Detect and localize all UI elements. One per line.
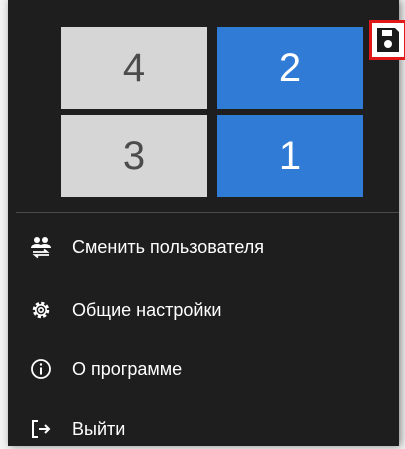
menu-item-exit[interactable]: Выйти [16,409,405,449]
layout-grid: 4 2 3 1 [61,27,363,197]
menu-item-label: Выйти [72,418,126,439]
menu-item-label: Сменить пользователя [72,236,264,257]
menu-divider [16,212,399,213]
gear-icon [26,298,56,322]
menu-item-label: Общие настройки [72,299,222,320]
layout-tile-2[interactable]: 2 [217,27,363,109]
exit-icon [26,417,56,441]
menu-item-settings[interactable]: Общие настройки [16,290,405,330]
layout-tile-1[interactable]: 1 [217,115,363,197]
save-button[interactable] [369,20,405,60]
switch-user-icon [26,235,56,259]
menu-item-label: О программе [72,358,183,379]
menu-item-about[interactable]: О программе [16,349,405,389]
layout-tile-3[interactable]: 3 [61,115,207,197]
flyout-menu: 4 2 3 1 Сменить пользователя Общие настр… [8,0,405,446]
layout-tile-4[interactable]: 4 [61,27,207,109]
info-icon [26,357,56,381]
floppy-disk-icon [377,28,399,52]
menu-item-switch-user[interactable]: Сменить пользователя [16,227,405,267]
